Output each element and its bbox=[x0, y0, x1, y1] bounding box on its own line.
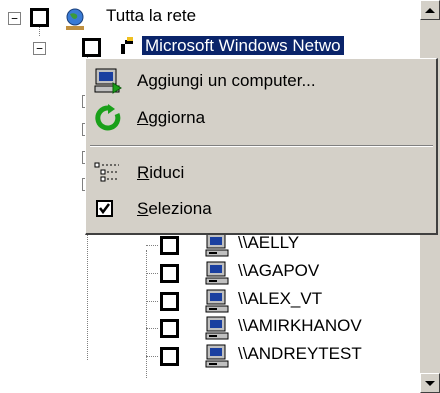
computer-name: \\ALEX_VT bbox=[238, 289, 323, 308]
menu-item-collapse-label: Riduci bbox=[137, 163, 185, 182]
computer-name: \\AMIRKHANOV bbox=[238, 316, 362, 335]
menu-item-add-computer[interactable]: Aggiungi un computer... bbox=[90, 64, 433, 98]
computer-icon bbox=[204, 232, 230, 263]
network-share-icon bbox=[118, 36, 138, 56]
computer-icon bbox=[204, 343, 230, 374]
refresh-icon bbox=[93, 104, 123, 132]
computer-checkbox[interactable] bbox=[160, 264, 179, 283]
computer-checkbox[interactable] bbox=[160, 292, 179, 311]
scroll-down-button[interactable] bbox=[420, 373, 440, 393]
computer-checkbox[interactable] bbox=[160, 347, 179, 366]
computer-name: \\AELLY bbox=[238, 233, 300, 252]
computer-name: \\AGAPOV bbox=[238, 261, 320, 280]
network-checkbox[interactable] bbox=[82, 38, 101, 57]
menu-separator bbox=[90, 145, 433, 147]
menu-item-select[interactable]: Seleziona bbox=[90, 192, 433, 226]
computer-checkbox[interactable] bbox=[160, 236, 179, 255]
menu-item-collapse[interactable]: Riduci bbox=[90, 156, 433, 190]
arrow-down-icon bbox=[425, 380, 435, 386]
scroll-up-button[interactable] bbox=[420, 0, 440, 20]
computer-name: \\ANDREYTEST bbox=[238, 344, 362, 363]
menu-item-refresh-label: Aggiorna bbox=[137, 108, 206, 127]
context-menu: Aggiungi un computer... Aggiorna Riduci … bbox=[85, 58, 438, 235]
tree-line bbox=[146, 245, 158, 246]
computer-icon bbox=[204, 260, 230, 291]
checkbox-checked-icon bbox=[93, 195, 123, 223]
tree-line bbox=[146, 273, 158, 274]
collapse-network-button[interactable]: − bbox=[33, 42, 46, 55]
globe-network-icon bbox=[62, 6, 88, 32]
computer-checkbox[interactable] bbox=[160, 319, 179, 338]
computer-icon bbox=[204, 315, 230, 346]
add-computer-icon bbox=[93, 67, 123, 95]
tree-line bbox=[146, 301, 158, 302]
network-label[interactable]: Microsoft Windows Netwo bbox=[142, 36, 344, 56]
collapse-root-button[interactable]: − bbox=[8, 12, 21, 25]
root-checkbox[interactable] bbox=[30, 8, 49, 27]
tree-line bbox=[146, 250, 147, 378]
root-label[interactable]: Tutta la rete bbox=[106, 6, 196, 26]
menu-item-select-label: Seleziona bbox=[137, 199, 212, 218]
menu-item-refresh[interactable]: Aggiorna bbox=[90, 101, 433, 135]
tree-line bbox=[146, 356, 158, 357]
tree-line bbox=[146, 328, 158, 329]
arrow-up-icon bbox=[425, 7, 435, 13]
collapse-list-icon bbox=[93, 159, 123, 187]
